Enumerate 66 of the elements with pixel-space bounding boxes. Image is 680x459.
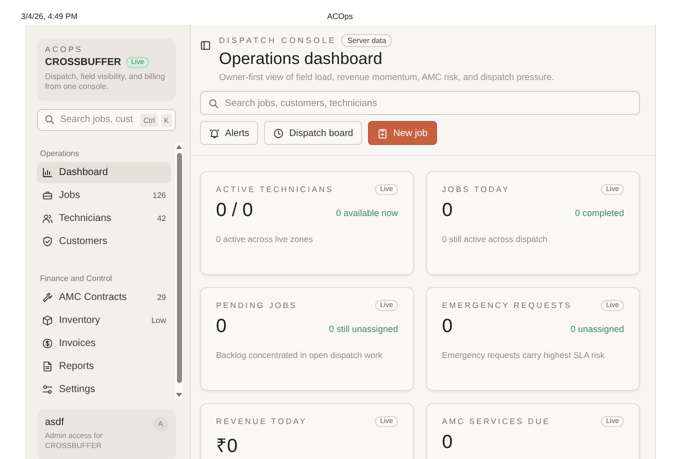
nav-item[interactable]: Invoices [37, 332, 171, 354]
users-icon [42, 212, 53, 224]
clipboard-plus-icon [377, 128, 388, 138]
new-job-button[interactable]: New job [368, 121, 437, 145]
bar-chart-icon [42, 166, 53, 178]
brand-description: Dispatch, field visibility, and billing from one console. [45, 72, 166, 93]
search-icon [44, 114, 55, 126]
item-count: 126 [152, 190, 166, 200]
metric-title: EMERGENCY REQUESTS [442, 301, 572, 310]
console-eyebrow: DISPATCH CONSOLE [219, 36, 336, 45]
metric-title: PENDING JOBS [216, 301, 298, 310]
bell-icon [209, 128, 220, 138]
metric-detail: Backlog concentrated in open dispatch work [216, 350, 384, 360]
metric-value: 0 [442, 200, 453, 222]
sliders-icon [42, 384, 53, 395]
nav-item[interactable]: Technicians 42 [37, 208, 171, 229]
search-field[interactable]: Search jobs, customers, technicians [200, 91, 640, 115]
shield-icon [42, 236, 53, 247]
nav-item[interactable]: Reports [37, 356, 171, 377]
nav-item[interactable]: Customers [37, 230, 171, 252]
section-heading: Operations [39, 148, 80, 160]
timestamp: 3/4/26, 4:49 PM [21, 12, 78, 23]
briefcase-icon [42, 190, 53, 201]
metric-value: 0 [216, 316, 227, 338]
scrollbar[interactable] [175, 142, 183, 399]
clock-icon [273, 128, 284, 138]
nav-item[interactable]: AMC Contracts 29 [37, 286, 171, 308]
metric-note: 0 unassigned [570, 324, 624, 334]
toolbar-button[interactable]: Dispatch board [264, 121, 362, 145]
metric-detail: Emergency requests carry highest SLA risk [442, 350, 606, 360]
dashboard-subtitle: Owner-first view of field load, revenue momentum, AMC risk, and dispatch pressure. [219, 72, 554, 82]
dashboard-title: Operations dashboard [219, 50, 384, 69]
sidebar-toggle-icon[interactable] [200, 40, 211, 51]
metric-title: AMC SERVICES DUE [442, 417, 550, 426]
metric-value: 0 / 0 [216, 200, 253, 222]
item-count: 42 [157, 214, 166, 223]
metric-title: ACTIVE TECHNICIANS [216, 185, 334, 194]
section-heading: Finance and Control [39, 272, 114, 285]
brand-name: CROSSBUFFER [45, 57, 122, 68]
metric-note: 0 completed [574, 208, 624, 218]
nav-item[interactable]: Jobs 126 [37, 184, 171, 206]
item-count: Low [151, 316, 166, 325]
dollar-coin-icon [42, 338, 53, 349]
nav-item[interactable]: Settings [37, 378, 171, 399]
item-count: 29 [157, 292, 166, 302]
metric-value: 0 [442, 316, 453, 338]
metric-note: 0 available now [336, 208, 398, 218]
scroll-up-icon[interactable] [176, 144, 182, 149]
metric-title: REVENUE TODAY [216, 417, 307, 426]
brand-eyebrow: ACOPS [45, 45, 84, 54]
wrench-icon [42, 292, 53, 303]
metric-detail: 0 still active across dispatch [442, 234, 548, 244]
nav-item[interactable]: Dashboard [37, 162, 171, 183]
metric-detail: 0 active across live zones [216, 234, 314, 244]
scroll-down-icon[interactable] [176, 392, 182, 397]
nav-item[interactable]: Inventory Low [37, 310, 171, 331]
page-title: ACOps [327, 12, 353, 23]
search-icon [208, 98, 219, 108]
metric-value: 0 [442, 432, 453, 454]
box-icon [42, 314, 53, 326]
user-name: asdf [45, 416, 65, 428]
toolbar-button[interactable]: Alerts [200, 121, 258, 145]
document-icon [42, 360, 53, 372]
metric-title: JOBS TODAY [442, 185, 510, 194]
metric-note: 0 still unassigned [328, 324, 398, 334]
metric-value: ₹0 [216, 435, 238, 458]
